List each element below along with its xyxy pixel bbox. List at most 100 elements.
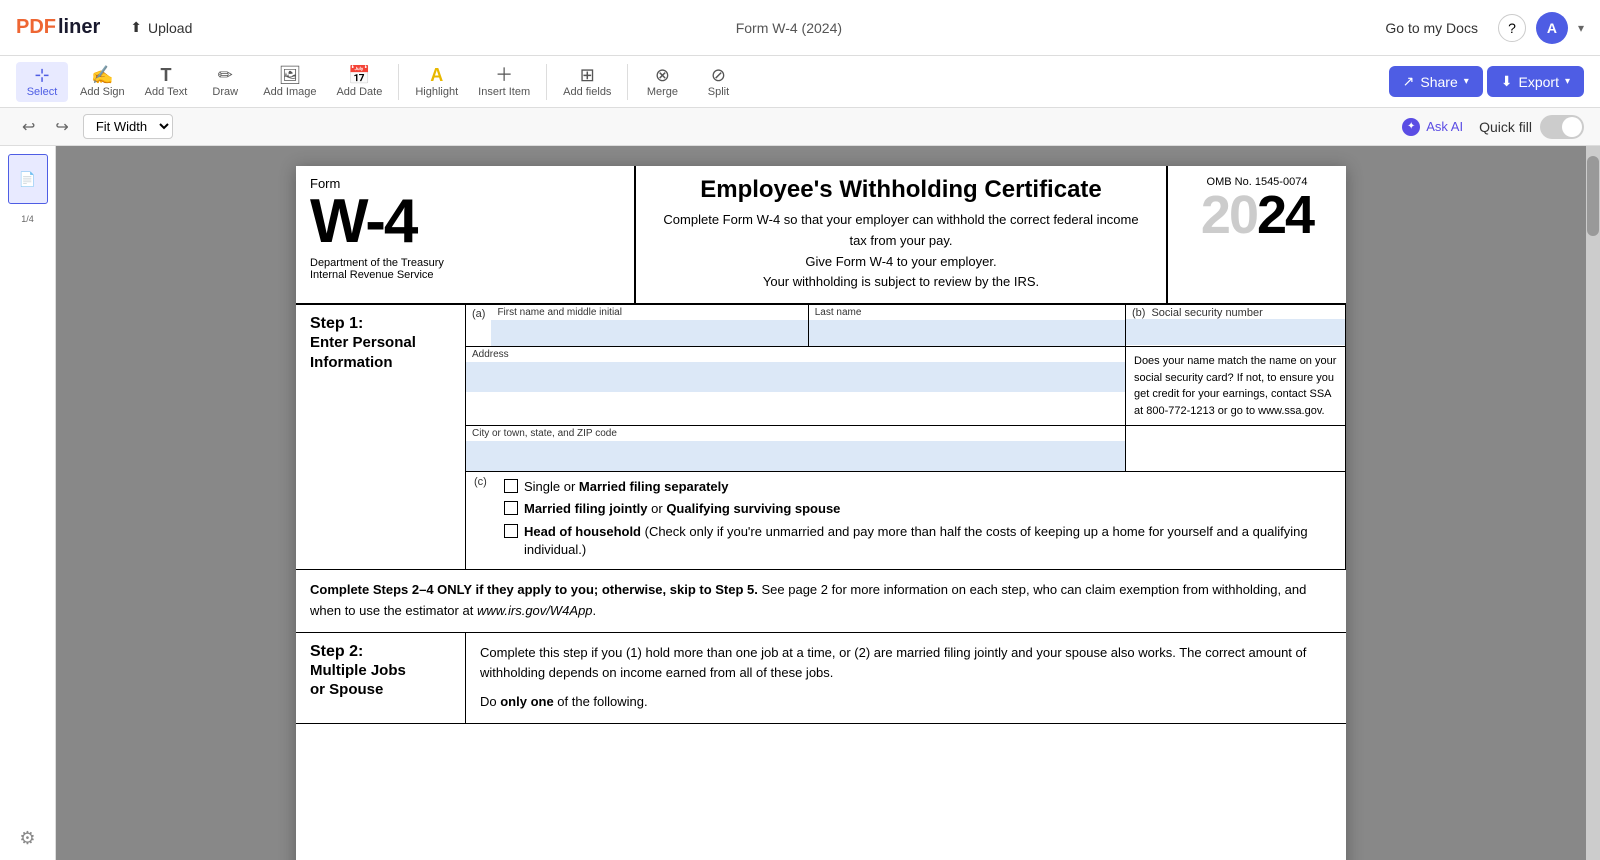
- checkbox-single-box[interactable]: [504, 479, 518, 493]
- logo-liner: liner: [58, 16, 100, 39]
- year-display: 2024: [1201, 188, 1313, 242]
- scroll-thumb: [1587, 156, 1599, 236]
- form-header-right: OMB No. 1545-0074 2024: [1166, 166, 1346, 303]
- settings-icon: ⚙: [19, 828, 35, 849]
- address-input[interactable]: [466, 362, 1125, 392]
- form-header: Form W-4 Department of the Treasury Inte…: [296, 166, 1346, 305]
- form-number: W-4: [310, 191, 620, 253]
- firstname-cell: First name and middle initial: [491, 305, 807, 346]
- checkbox-married-jointly: Married filing jointly or Qualifying sur…: [504, 498, 1337, 520]
- form-header-center: Employee's Withholding Certificate Compl…: [636, 166, 1166, 303]
- fit-width-select[interactable]: Fit Width: [83, 114, 173, 139]
- share-icon: ↗: [1403, 73, 1415, 90]
- split-button[interactable]: ⊘ Split: [692, 62, 744, 102]
- upload-button[interactable]: ⬆ Upload: [120, 13, 202, 42]
- form-subtitle: Complete Form W-4 so that your employer …: [656, 210, 1146, 293]
- text-icon: T: [160, 66, 171, 84]
- step1-name: Enter Personal Information: [310, 333, 451, 372]
- sign-icon: ✍: [91, 66, 113, 84]
- split-icon: ⊘: [711, 66, 726, 84]
- checkbox-married-jointly-text: Married filing jointly or Qualifying sur…: [524, 500, 840, 518]
- export-caret: ▾: [1565, 76, 1570, 87]
- ask-ai-button[interactable]: ✦ Ask AI: [1394, 114, 1471, 140]
- avatar-caret-button[interactable]: ▾: [1578, 21, 1584, 35]
- checkbox-single: Single or Married filing separately: [504, 476, 1337, 498]
- checkbox-section: (c) Single or Married filing separately: [466, 472, 1345, 569]
- steps-notice: Complete Steps 2–4 ONLY if they apply to…: [296, 570, 1346, 633]
- address-label: Address: [466, 347, 1125, 362]
- field-c-row: (c) Single or Married filing separately: [474, 476, 1337, 561]
- city-input[interactable]: [466, 441, 1125, 471]
- add-fields-button[interactable]: ⊞ Add fields: [555, 62, 619, 102]
- name-row: (a) First name and middle initial Last n…: [466, 305, 1345, 347]
- main-area: 📄 1/4 ⚙ Form W-4 Department of the Treas…: [0, 146, 1600, 860]
- share-button[interactable]: ↗ Share ▾: [1389, 66, 1483, 97]
- select-tool-button[interactable]: ⊹ Select: [16, 62, 68, 102]
- left-sidebar: 📄 1/4 ⚙: [0, 146, 56, 860]
- highlight-label: Highlight: [415, 86, 458, 98]
- lastname-label: Last name: [809, 305, 1125, 320]
- city-row: City or town, state, and ZIP code: [466, 426, 1345, 472]
- draw-label: Draw: [212, 86, 238, 98]
- document-title: Form W-4 (2024): [214, 20, 1363, 36]
- address-row: Address Does your name match the name on…: [466, 347, 1345, 426]
- add-sign-label: Add Sign: [80, 86, 125, 98]
- toolbar-divider-3: [627, 64, 628, 100]
- split-label: Split: [708, 86, 729, 98]
- draw-button[interactable]: ✏ Draw: [199, 62, 251, 102]
- checkbox-items: Single or Married filing separately Marr…: [504, 476, 1337, 561]
- ssn-input[interactable]: [1126, 319, 1345, 345]
- header: PDF liner ⬆ Upload Form W-4 (2024) Go to…: [0, 0, 1600, 56]
- ai-icon: ✦: [1402, 118, 1420, 136]
- settings-button[interactable]: ⚙: [14, 824, 42, 852]
- avatar-button[interactable]: A: [1536, 12, 1568, 44]
- select-icon: ⊹: [34, 66, 49, 84]
- add-date-label: Add Date: [336, 86, 382, 98]
- add-date-button[interactable]: 📅 Add Date: [328, 62, 390, 102]
- form-header-left: Form W-4 Department of the Treasury Inte…: [296, 166, 636, 303]
- help-button[interactable]: ?: [1498, 14, 1526, 42]
- step1-number: Step 1:: [310, 315, 451, 333]
- toggle-knob: [1562, 117, 1582, 137]
- date-icon: 📅: [348, 66, 370, 84]
- add-sign-button[interactable]: ✍ Add Sign: [72, 62, 133, 102]
- ssn-note: Does your name match the name on your so…: [1125, 347, 1345, 425]
- insert-icon: ＋: [495, 66, 513, 84]
- checkbox-head-household: Head of household (Check only if you're …: [504, 521, 1337, 561]
- checkbox-single-text: Single or Married filing separately: [524, 478, 728, 496]
- dept-line2: Internal Revenue Service: [310, 269, 620, 281]
- undo-button[interactable]: ↩: [16, 115, 41, 139]
- step2-row: Step 2: Multiple Jobs or Spouse Complete…: [296, 633, 1346, 724]
- pdf-page: Form W-4 Department of the Treasury Inte…: [296, 166, 1346, 860]
- step2-label: Step 2: Multiple Jobs or Spouse: [296, 633, 466, 723]
- step2-content: Complete this step if you (1) hold more …: [466, 633, 1346, 723]
- image-icon: 🖼: [278, 66, 301, 84]
- go-to-docs-button[interactable]: Go to my Docs: [1375, 14, 1488, 42]
- highlight-button[interactable]: A Highlight: [407, 62, 466, 102]
- quick-fill-toggle[interactable]: [1540, 115, 1584, 139]
- firstname-label: First name and middle initial: [491, 305, 807, 320]
- firstname-input[interactable]: [491, 320, 807, 346]
- page-thumbnail[interactable]: 📄: [8, 154, 48, 204]
- toolbar-divider-2: [546, 64, 547, 100]
- page-number: 1/4: [21, 214, 34, 224]
- lastname-cell: Last name: [809, 305, 1125, 346]
- header-right: Go to my Docs ? A ▾: [1375, 12, 1584, 44]
- add-image-button[interactable]: 🖼 Add Image: [255, 62, 324, 102]
- lastname-input[interactable]: [809, 320, 1125, 346]
- checkbox-married-jointly-box[interactable]: [504, 501, 518, 515]
- export-button[interactable]: ⬇ Export ▾: [1487, 66, 1584, 97]
- add-text-button[interactable]: T Add Text: [137, 62, 196, 102]
- add-text-label: Add Text: [145, 86, 188, 98]
- add-fields-label: Add fields: [563, 86, 611, 98]
- insert-item-button[interactable]: ＋ Insert Item: [470, 62, 538, 102]
- scrollbar[interactable]: [1586, 146, 1600, 860]
- document-viewer[interactable]: Form W-4 Department of the Treasury Inte…: [56, 146, 1586, 860]
- merge-button[interactable]: ⊗ Merge: [636, 62, 688, 102]
- export-icon: ⬇: [1501, 73, 1513, 90]
- insert-label: Insert Item: [478, 86, 530, 98]
- field-a-label: (a): [466, 305, 491, 346]
- checkbox-head-household-box[interactable]: [504, 524, 518, 538]
- redo-button[interactable]: ↪: [49, 115, 74, 139]
- field-c-label: (c): [474, 476, 498, 488]
